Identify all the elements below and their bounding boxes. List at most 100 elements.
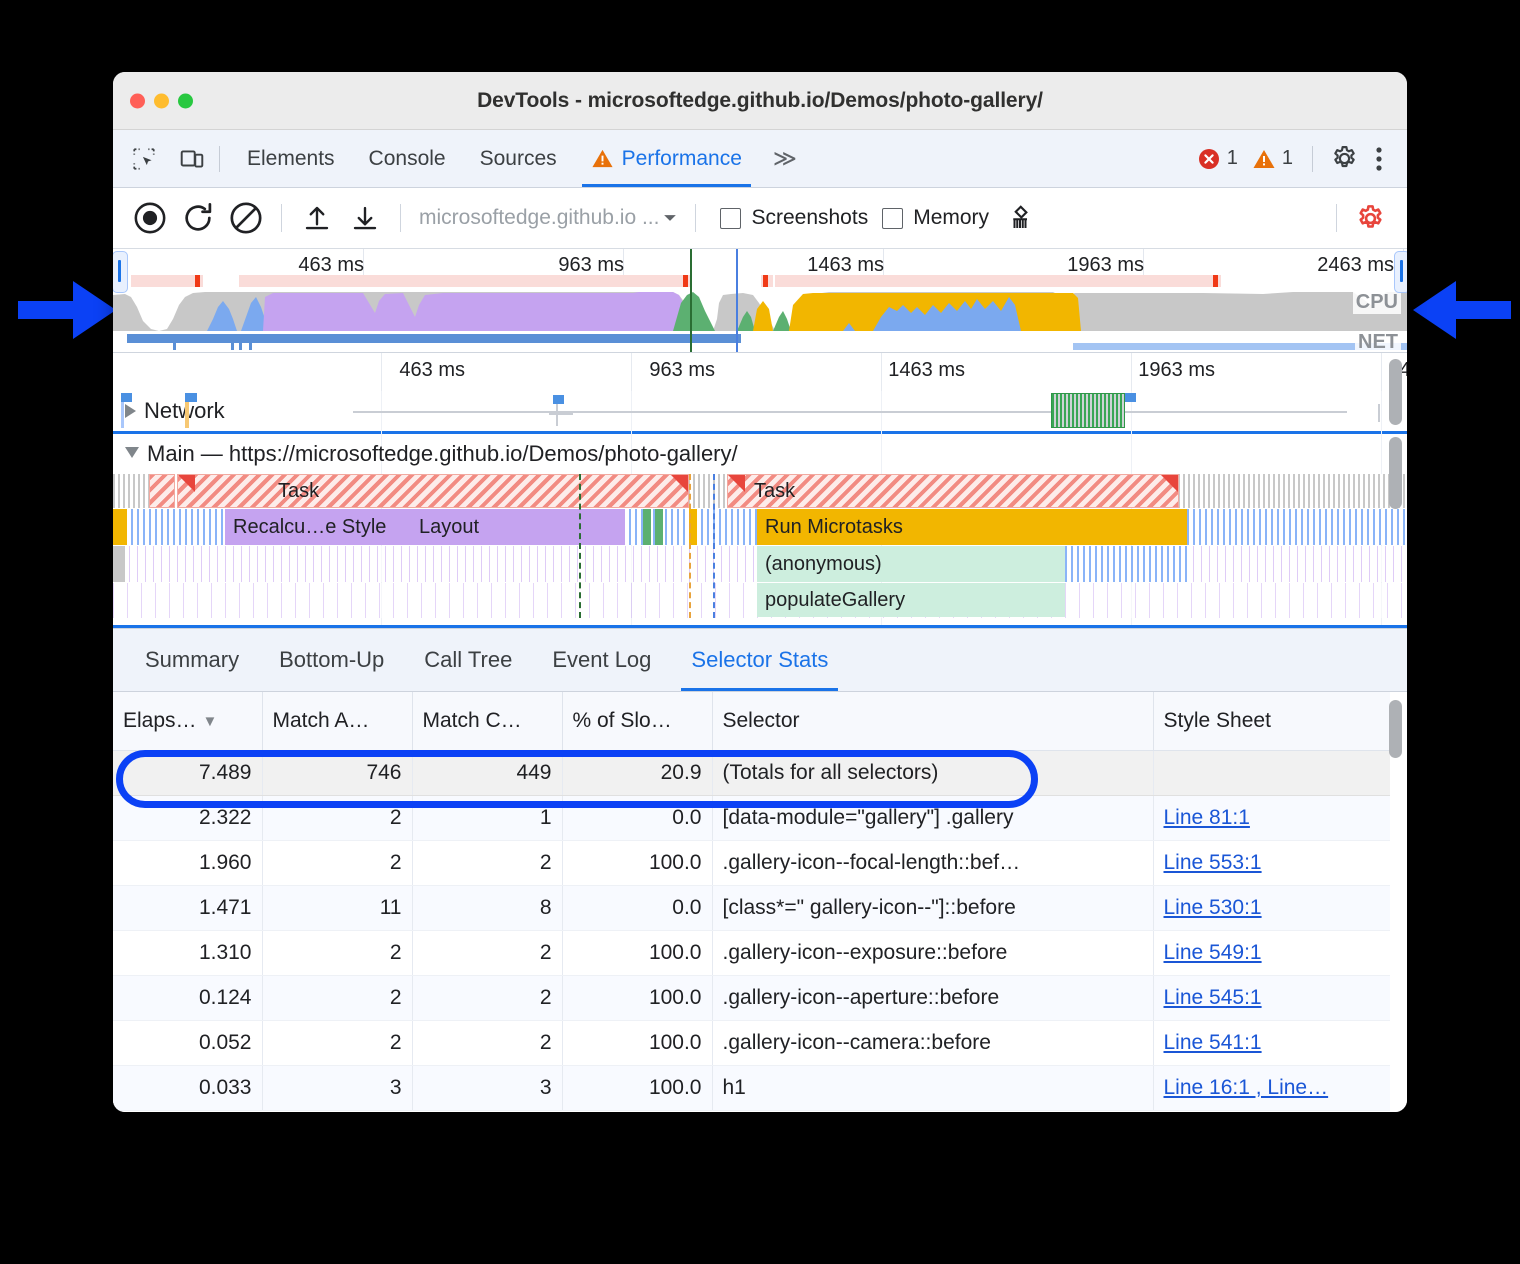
flame-bar-populategallery[interactable]: populateGallery [757, 583, 1065, 617]
table-row[interactable]: 0.033 3 3 100.0 h1 Line 16:1 , Line… [113, 1066, 1390, 1111]
tab-call-tree[interactable]: Call Tree [404, 629, 532, 691]
column-header-match-count-label: Match C… [423, 709, 522, 732]
column-header-selector-label: Selector [723, 709, 800, 732]
stylesheet-link[interactable]: Line 549:1 [1164, 941, 1262, 964]
cell-elapsed: 1.310 [113, 931, 262, 976]
stylesheet-link[interactable]: Line 81:1 [1164, 806, 1250, 829]
tab-performance-label: Performance [622, 147, 742, 171]
column-header-style-sheet[interactable]: Style Sheet [1153, 692, 1390, 751]
flame-bar-run-microtasks[interactable]: Run Microtasks [757, 509, 1187, 545]
flame-bar-label: Layout [419, 516, 479, 539]
cell-pct-slow: 100.0 [562, 976, 712, 1021]
screenshots-checkbox-box[interactable] [720, 208, 741, 229]
tab-selector-stats[interactable]: Selector Stats [671, 629, 848, 691]
track-main[interactable]: Main — https://microsoftedge.github.io/D… [113, 434, 1407, 474]
column-header-pct-slow-label: % of Slo… [573, 709, 672, 732]
collapse-main-icon[interactable] [125, 447, 139, 458]
tab-elements[interactable]: Elements [230, 130, 352, 187]
main-track-scrollbar[interactable] [1389, 437, 1402, 509]
tab-call-tree-label: Call Tree [424, 647, 512, 673]
flame-bar-task[interactable]: Task [727, 474, 1179, 508]
column-header-match-attempts[interactable]: Match A… [262, 692, 412, 751]
device-toolbar-icon[interactable] [175, 142, 209, 176]
toolbar-right [1326, 195, 1393, 241]
cell-match-attempts: 2 [262, 1021, 412, 1066]
overview-tick-label: 463 ms [298, 254, 371, 277]
flame-bar-task[interactable]: Task [177, 474, 689, 508]
column-header-selector[interactable]: Selector [712, 692, 1153, 751]
timeline-overview[interactable]: 463 ms 963 ms 1463 ms 1963 ms 2463 ms [113, 249, 1407, 353]
table-row[interactable]: 1.960 2 2 100.0 .gallery-icon--focal-len… [113, 841, 1390, 886]
flame-bar-task[interactable] [149, 474, 175, 508]
gear-icon[interactable] [1327, 142, 1361, 176]
close-window-button[interactable] [130, 93, 145, 108]
memory-checkbox[interactable]: Memory [882, 206, 989, 230]
load-profile-icon[interactable] [294, 195, 340, 241]
column-header-elapsed[interactable]: Elaps…▼ [113, 692, 262, 751]
error-count-badge[interactable]: 1 [1192, 147, 1243, 171]
table-header-row: Elaps…▼ Match A… Match C… % of Slo… Sele [113, 692, 1390, 751]
gear-icon-red[interactable] [1347, 195, 1393, 241]
record-button[interactable] [127, 195, 173, 241]
save-profile-icon[interactable] [342, 195, 388, 241]
warning-count: 1 [1282, 147, 1293, 170]
overview-right-handle[interactable] [1394, 251, 1407, 293]
cell-match-attempts: 11 [262, 886, 412, 931]
flame-bar-recalculate-style[interactable]: Recalcu…e Style [225, 509, 411, 545]
network-track-scrollbar[interactable] [1389, 359, 1402, 425]
cell-match-count: 3 [412, 1066, 562, 1111]
stylesheet-link[interactable]: Line 541:1 [1164, 1031, 1262, 1054]
flame-bar-anonymous[interactable]: (anonymous) [757, 546, 1065, 582]
clear-recording-button[interactable] [223, 195, 269, 241]
overview-left-handle[interactable] [113, 251, 128, 293]
inspect-element-icon[interactable] [127, 142, 161, 176]
table-row[interactable]: 0.052 2 2 100.0 .gallery-icon--camera::b… [113, 1021, 1390, 1066]
devtools-tabstrip: Elements Console Sources Performance ≫ [113, 130, 1407, 188]
stylesheet-link[interactable]: Line 553:1 [1164, 851, 1262, 874]
memory-checkbox-box[interactable] [882, 208, 903, 229]
cell-pct-slow: 100.0 [562, 841, 712, 886]
overview-tick-label: 1463 ms [807, 254, 891, 277]
tab-bottom-up[interactable]: Bottom-Up [259, 629, 404, 691]
column-header-match-count[interactable]: Match C… [412, 692, 562, 751]
tab-event-log[interactable]: Event Log [532, 629, 671, 691]
table-row[interactable]: 0.124 2 2 100.0 .gallery-icon--aperture:… [113, 976, 1390, 1021]
table-row[interactable]: 1.471 11 8 0.0 [class*=" gallery-icon--"… [113, 886, 1390, 931]
cell-match-count: 8 [412, 886, 562, 931]
warning-count-badge[interactable]: 1 [1247, 147, 1298, 171]
reload-and-record-button[interactable] [175, 195, 221, 241]
flame-bar-layout[interactable]: Layout [411, 509, 625, 545]
column-header-pct-slow[interactable]: % of Slo… [562, 692, 712, 751]
maximize-window-button[interactable] [178, 93, 193, 108]
expand-network-icon[interactable] [125, 404, 136, 418]
stylesheet-link[interactable]: Line 545:1 [1164, 986, 1262, 1009]
stylesheet-link[interactable]: Line 530:1 [1164, 896, 1262, 919]
tab-sources[interactable]: Sources [463, 130, 574, 187]
tab-performance[interactable]: Performance [574, 130, 759, 187]
cell-style-sheet: Line 553:1 [1153, 841, 1390, 886]
origin-select[interactable]: microsoftedge.github.io ... [413, 206, 683, 230]
more-tabs-icon[interactable]: ≫ [759, 145, 808, 172]
table-row[interactable]: 1.310 2 2 100.0 .gallery-icon--exposure:… [113, 931, 1390, 976]
collect-garbage-icon[interactable] [999, 195, 1045, 241]
stylesheet-link[interactable]: Line 16:1 , Line… [1164, 1076, 1329, 1099]
cell-pct-slow: 100.0 [562, 1066, 712, 1111]
cell-match-count: 2 [412, 931, 562, 976]
cell-match-count: 2 [412, 841, 562, 886]
devtools-window: DevTools - microsoftedge.github.io/Demos… [113, 72, 1407, 1112]
timeline-tracks[interactable]: 463 ms 963 ms 1463 ms 1963 ms 2463 ms Ne… [113, 353, 1407, 625]
error-count: 1 [1227, 147, 1238, 170]
window-traffic-lights[interactable] [130, 93, 193, 108]
tab-summary[interactable]: Summary [125, 629, 259, 691]
screenshots-checkbox[interactable]: Screenshots [720, 206, 868, 230]
table-scrollbar[interactable] [1389, 700, 1402, 758]
cell-style-sheet: Line 530:1 [1153, 886, 1390, 931]
tab-console[interactable]: Console [352, 130, 463, 187]
cell-pct-slow: 100.0 [562, 1021, 712, 1066]
track-network[interactable]: Network [113, 391, 1407, 431]
minimize-window-button[interactable] [154, 93, 169, 108]
flame-chart[interactable]: Task Task Recalcu…e Style Layout [113, 474, 1407, 618]
cell-selector: .gallery-icon--aperture::before [712, 976, 1153, 1021]
kebab-menu-icon[interactable] [1365, 142, 1393, 176]
overview-tick-label: 2463 ms [1317, 254, 1401, 277]
